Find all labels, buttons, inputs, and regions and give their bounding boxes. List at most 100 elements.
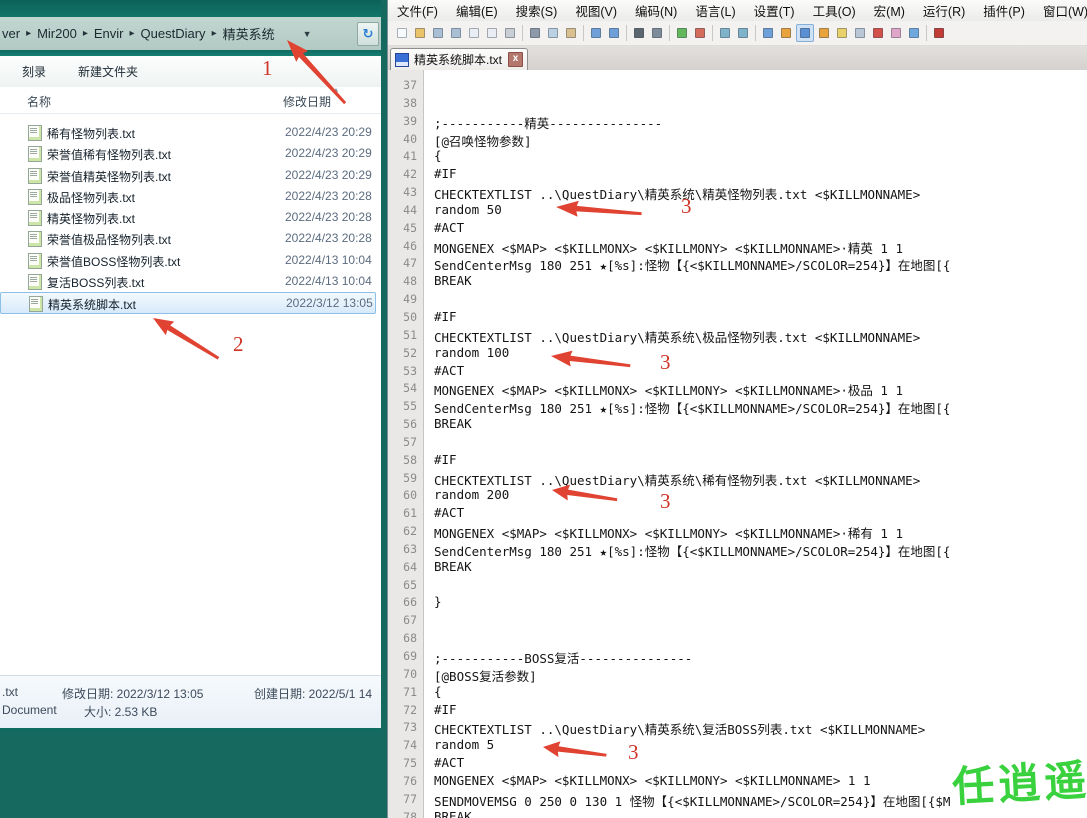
sync-vertical-icon-glyph xyxy=(720,28,730,38)
undo-icon[interactable] xyxy=(588,25,604,41)
replace-icon[interactable] xyxy=(649,25,665,41)
file-row[interactable]: 极品怪物列表.txt2022/4/23 20:28 xyxy=(0,186,374,207)
show-all-characters-icon[interactable] xyxy=(778,25,794,41)
new-file-icon[interactable] xyxy=(394,25,410,41)
menu-item-编码N[interactable]: 编码(N) xyxy=(626,0,686,22)
saved-file-icon xyxy=(395,53,409,67)
menu-item-编辑E[interactable]: 编辑(E) xyxy=(447,0,507,22)
text-file-icon xyxy=(28,210,42,226)
file-row[interactable]: 荣誉值BOSS怪物列表.txt2022/4/13 10:04 xyxy=(0,250,374,271)
line-number: 57 xyxy=(388,435,417,449)
line-number: 58 xyxy=(388,453,417,467)
new-folder-button[interactable]: 新建文件夹 xyxy=(68,59,148,84)
file-name: 精英系统脚本.txt xyxy=(48,296,136,313)
explorer-window: ver ▸Mir200▸Envir▸QuestDiary▸精英系统 ▼ ↻ 刻录… xyxy=(0,0,381,731)
word-wrap-icon[interactable] xyxy=(760,25,776,41)
watermark-text: 任逍遥 xyxy=(950,746,1087,814)
code-line: 42#IF xyxy=(388,166,1087,184)
function-list-icon[interactable] xyxy=(816,25,832,41)
find-icon[interactable] xyxy=(631,25,647,41)
record-macro-icon[interactable] xyxy=(931,25,947,41)
toolbar-separator xyxy=(626,25,627,41)
open-folder-icon[interactable] xyxy=(412,25,428,41)
text-file-icon xyxy=(28,125,42,141)
doc-switcher-icon[interactable] xyxy=(852,25,868,41)
line-number: 74 xyxy=(388,738,417,752)
menu-item-视图V[interactable]: 视图(V) xyxy=(566,0,626,22)
folder-workspace-icon[interactable] xyxy=(888,25,904,41)
breadcrumb-dropdown-icon[interactable]: ▼ xyxy=(303,29,312,39)
breadcrumb-segment-cut[interactable]: ver xyxy=(2,26,20,41)
zoom-in-icon[interactable] xyxy=(674,25,690,41)
code-editing-area[interactable]: 373839;-----------精英---------------40[@召… xyxy=(388,70,1087,818)
menu-item-窗口W[interactable]: 窗口(W) xyxy=(1034,0,1087,22)
document-map-icon[interactable] xyxy=(834,25,850,41)
file-modified-date: 2022/3/12 13:05 xyxy=(286,296,373,310)
code-line: 55SendCenterMsg 180 251 ★[%s]:怪物【{<$KILL… xyxy=(388,398,1087,416)
breadcrumb-item-精英系统[interactable]: 精英系统 xyxy=(223,24,275,43)
file-row[interactable]: 精英怪物列表.txt2022/4/23 20:28 xyxy=(0,207,374,228)
code-line-text: #IF xyxy=(434,309,457,324)
code-line: 41{ xyxy=(388,148,1087,166)
column-header-name[interactable]: 名称 xyxy=(27,93,51,110)
close-doc-icon[interactable] xyxy=(466,25,482,41)
menu-item-搜索S[interactable]: 搜索(S) xyxy=(507,0,567,22)
file-row[interactable]: 复活BOSS列表.txt2022/4/13 10:04 xyxy=(0,271,374,292)
breadcrumb-item-QuestDiary[interactable]: QuestDiary xyxy=(141,26,206,41)
paste-icon[interactable] xyxy=(563,25,579,41)
close-all-icon[interactable] xyxy=(484,25,500,41)
tab-close-icon[interactable]: x xyxy=(508,52,523,67)
file-modified-date: 2022/4/23 20:29 xyxy=(285,146,372,160)
indent-guide-icon[interactable] xyxy=(796,24,814,42)
line-number: 59 xyxy=(388,471,417,485)
cut-icon[interactable] xyxy=(527,25,543,41)
menu-item-插件P[interactable]: 插件(P) xyxy=(974,0,1034,22)
tab-active-document[interactable]: 精英系统脚本.txt x xyxy=(390,48,528,70)
line-number: 50 xyxy=(388,310,417,324)
line-number: 61 xyxy=(388,506,417,520)
breadcrumb-separator-icon: ▸ xyxy=(206,28,223,39)
file-row[interactable]: 荣誉值精英怪物列表.txt2022/4/23 20:29 xyxy=(0,165,374,186)
sync-horizontal-icon[interactable] xyxy=(735,25,751,41)
file-row[interactable]: 荣誉值极品怪物列表.txt2022/4/23 20:28 xyxy=(0,228,374,249)
breadcrumb-item-Envir[interactable]: Envir xyxy=(94,26,124,41)
refresh-icon[interactable]: ↻ xyxy=(357,22,379,46)
menu-item-运行R[interactable]: 运行(R) xyxy=(914,0,974,22)
menu-item-工具O[interactable]: 工具(O) xyxy=(804,0,865,22)
menu-item-文件F[interactable]: 文件(F) xyxy=(388,0,447,22)
breadcrumb-item-Mir200[interactable]: Mir200 xyxy=(37,26,77,41)
line-number: 54 xyxy=(388,381,417,395)
print-icon[interactable] xyxy=(502,25,518,41)
burn-button[interactable]: 刻录 xyxy=(12,59,56,84)
code-line: 37 xyxy=(388,77,1087,95)
line-number: 52 xyxy=(388,346,417,360)
copy-icon[interactable] xyxy=(545,25,561,41)
file-row[interactable]: 稀有怪物列表.txt2022/4/23 20:29 xyxy=(0,122,374,143)
redo-icon[interactable] xyxy=(606,25,622,41)
menu-item-宏M[interactable]: 宏(M) xyxy=(865,0,914,22)
menu-item-语言L[interactable]: 语言(L) xyxy=(686,0,744,22)
save-icon[interactable] xyxy=(430,25,446,41)
file-modified-date: 2022/4/23 20:28 xyxy=(285,231,372,245)
monitor-icon[interactable] xyxy=(906,25,922,41)
code-line: 66} xyxy=(388,594,1087,612)
sync-vertical-icon[interactable] xyxy=(717,25,733,41)
file-modified-date: 2022/4/23 20:29 xyxy=(285,125,372,139)
column-header-date[interactable]: 修改日期 xyxy=(283,93,331,110)
line-number: 43 xyxy=(388,185,417,199)
line-number: 39 xyxy=(388,114,417,128)
code-line: 70[@BOSS复活参数] xyxy=(388,666,1087,684)
zoom-out-icon[interactable] xyxy=(692,25,708,41)
edit-marker-icon-glyph xyxy=(873,28,883,38)
word-wrap-icon-glyph xyxy=(763,28,773,38)
save-all-icon[interactable] xyxy=(448,25,464,41)
annotation-number: 3 xyxy=(681,194,692,219)
file-row[interactable]: 荣誉值稀有怪物列表.txt2022/4/23 20:29 xyxy=(0,143,374,164)
explorer-titlebar[interactable] xyxy=(0,0,381,17)
file-row[interactable]: 精英系统脚本.txt 2022/3/12 13:05 xyxy=(0,292,376,313)
line-number: 40 xyxy=(388,132,417,146)
code-line-text: ;-----------BOSS复活--------------- xyxy=(434,648,692,667)
breadcrumb-separator-icon: ▸ xyxy=(20,28,37,39)
edit-marker-icon[interactable] xyxy=(870,25,886,41)
menu-item-设置T[interactable]: 设置(T) xyxy=(745,0,804,22)
